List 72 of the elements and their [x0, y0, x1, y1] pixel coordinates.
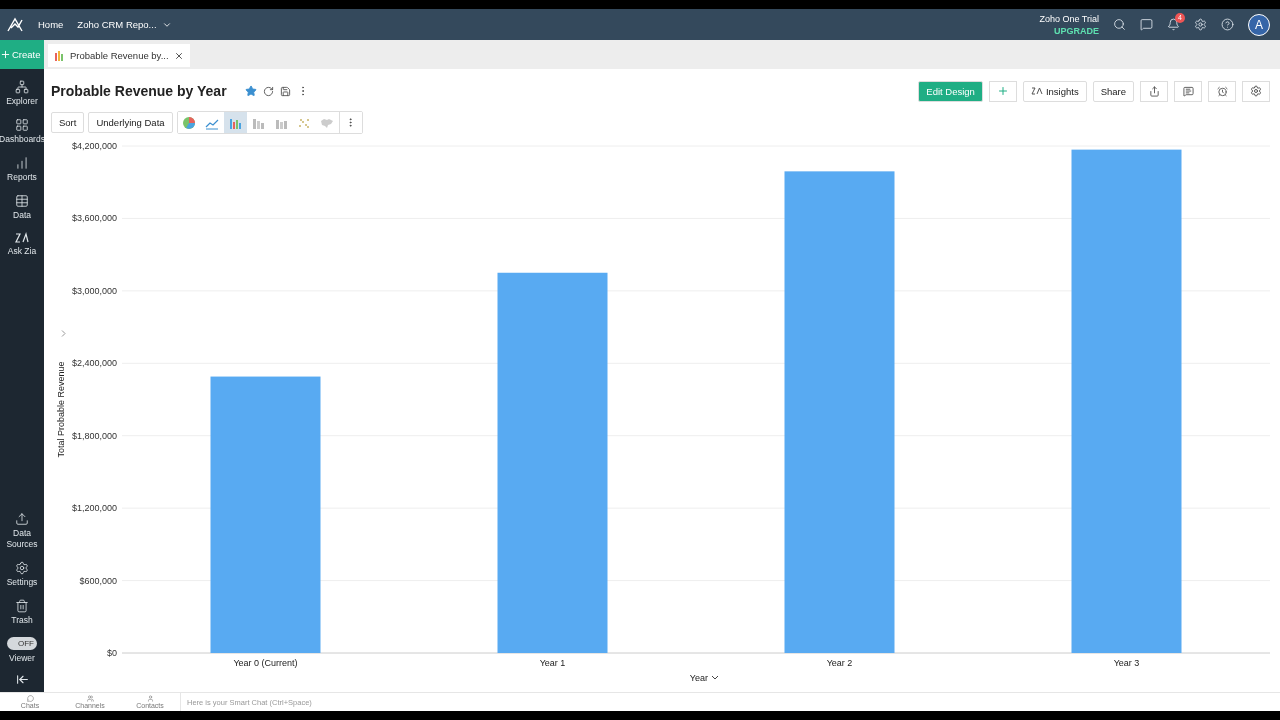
share-button[interactable]: Share — [1092, 80, 1134, 102]
trash-icon — [15, 599, 29, 613]
viewer-label: Viewer — [9, 653, 35, 663]
category-label: Year 0 (Current) — [233, 658, 298, 668]
alarm-button[interactable] — [1208, 80, 1236, 102]
save-icon[interactable] — [279, 85, 291, 97]
search-icon[interactable] — [1113, 18, 1126, 31]
avatar[interactable]: A — [1248, 13, 1270, 36]
sidebar-item[interactable]: Reports — [0, 156, 44, 183]
settings-icon — [1250, 85, 1262, 97]
settings-icon[interactable] — [1194, 18, 1207, 31]
comment-icon — [1182, 85, 1194, 97]
export-icon — [1148, 85, 1160, 97]
explorer-icon — [15, 80, 29, 94]
workspace-dropdown[interactable]: Zoho CRM Repo... — [77, 19, 172, 30]
report-tab[interactable]: Probable Revenue by... — [48, 44, 190, 67]
sidebar-item[interactable]: Data Sources — [0, 512, 44, 550]
bar-chart-icon — [15, 156, 29, 170]
axis-tick-label: $0 — [107, 648, 117, 658]
upload-icon — [15, 512, 29, 526]
chat-icon[interactable] — [1140, 18, 1153, 31]
sidebar-item[interactable]: Trash — [0, 599, 44, 626]
chat-bubble-icon — [26, 694, 34, 702]
axis-tick-label: $1,800,000 — [71, 430, 117, 441]
sidebar-item[interactable]: Settings — [0, 561, 44, 588]
axis-tick-label: $600,000 — [79, 575, 117, 586]
sidebar-item[interactable]: Data — [0, 194, 44, 221]
plus-icon — [0, 49, 11, 60]
axis-tick-label: $3,000,000 — [71, 285, 117, 296]
settings-button[interactable] — [1242, 80, 1270, 102]
viewer-toggle[interactable]: OFF — [7, 637, 37, 650]
category-label: Year 1 — [539, 658, 566, 668]
bar-chart-icon — [54, 50, 65, 61]
comment-button[interactable] — [1174, 80, 1202, 102]
users-icon — [86, 694, 94, 702]
logo-icon[interactable] — [6, 15, 24, 34]
trial-label: Zoho One Trial — [1039, 12, 1099, 25]
category-label: Year 3 — [1113, 658, 1140, 668]
user-icon — [146, 694, 154, 702]
zia-icon — [15, 232, 29, 244]
settings-icon — [15, 561, 29, 575]
refresh-icon[interactable] — [262, 85, 274, 97]
x-axis-title[interactable]: Year — [689, 673, 708, 683]
grid-icon — [15, 118, 29, 132]
bell-icon[interactable] — [1167, 18, 1180, 31]
sidebar-item[interactable]: Explorer — [0, 80, 44, 107]
underlying-data-button[interactable]: Underlying Data — [88, 112, 173, 133]
table-icon — [15, 194, 29, 208]
close-icon[interactable] — [173, 50, 184, 61]
chart-type-button[interactable] — [223, 112, 247, 133]
alarm-clock-icon — [1216, 85, 1228, 97]
axis-tick-label: $3,600,000 — [71, 213, 117, 224]
help-icon[interactable] — [1221, 18, 1234, 31]
export-button[interactable] — [1140, 80, 1168, 102]
star-icon[interactable] — [244, 85, 257, 97]
sidebar-item[interactable]: Ask Zia — [0, 232, 44, 257]
category-label: Year 2 — [826, 658, 853, 668]
collapse-icon[interactable] — [15, 673, 29, 686]
sort-button[interactable]: Sort — [51, 112, 85, 133]
insights-button[interactable]: Insights — [1022, 80, 1087, 102]
plus-icon — [996, 85, 1009, 97]
axis-tick-label: $4,200,000 — [71, 141, 117, 151]
zia-icon — [1030, 87, 1043, 95]
report-title: Probable Revenue by Year — [51, 83, 227, 99]
axis-tick-label: $1,200,000 — [71, 503, 117, 514]
chevron-down-icon[interactable] — [711, 675, 719, 680]
upgrade-link[interactable]: UPGRADE — [1054, 24, 1099, 37]
home-link[interactable]: Home — [38, 19, 64, 30]
pie-chart-icon — [182, 115, 197, 130]
axis-tick-label: $2,400,000 — [71, 358, 117, 369]
sidebar-item[interactable]: Dashboards — [0, 118, 44, 145]
y-axis-title[interactable]: Total Probable Revenue — [56, 361, 66, 458]
